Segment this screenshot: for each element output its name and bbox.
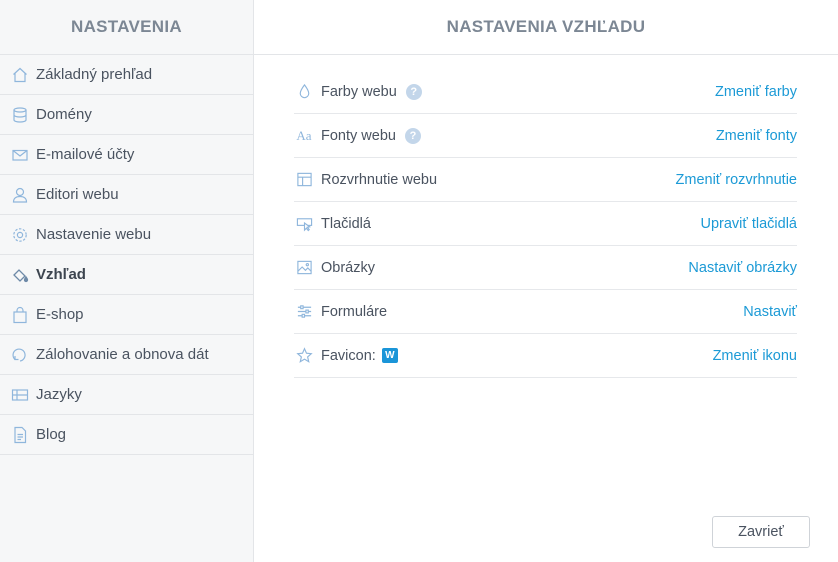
sidebar-title: NASTAVENIA [0, 0, 253, 55]
favicon-preview-icon: W [381, 348, 398, 363]
sidebar-item-blog[interactable]: Blog [0, 415, 253, 455]
set-images-link[interactable]: Nastaviť obrázky [688, 260, 797, 276]
setting-row-obrazky: Obrázky Nastaviť obrázky [294, 246, 797, 290]
sidebar-item-domeny[interactable]: Domény [0, 95, 253, 135]
layout-icon [294, 170, 314, 190]
sidebar-item-vzhlad[interactable]: Vzhľad [0, 255, 253, 295]
change-icon-link[interactable]: Zmeniť ikonu [713, 348, 797, 364]
setting-row-favicon: Favicon: W Zmeniť ikonu [294, 334, 797, 378]
sidebar-item-eshop[interactable]: E-shop [0, 295, 253, 335]
flag-icon [10, 385, 30, 405]
setting-row-farby: Farby webu ? Zmeniť farby [294, 70, 797, 114]
sidebar-item-emailove-ucty[interactable]: E-mailové účty [0, 135, 253, 175]
setting-label: Farby webu [321, 83, 397, 100]
shopping-bag-icon [10, 305, 30, 325]
sidebar-item-zakladny-prehlad[interactable]: Základný prehľad [0, 55, 253, 95]
change-colors-link[interactable]: Zmeniť farby [715, 84, 797, 100]
setting-row-formulare: Formuláre Nastaviť [294, 290, 797, 334]
sidebar-item-label: E-shop [36, 306, 84, 323]
button-cursor-icon [294, 214, 314, 234]
droplet-icon [294, 82, 314, 102]
user-icon [10, 185, 30, 205]
setting-row-tlacidla: Tlačidlá Upraviť tlačidlá [294, 202, 797, 246]
sidebar-item-label: E-mailové účty [36, 146, 135, 163]
page-title: NASTAVENIA VZHĽADU [254, 0, 838, 55]
setting-label: Favicon: [321, 347, 376, 364]
database-icon [10, 105, 30, 125]
set-forms-link[interactable]: Nastaviť [743, 304, 797, 320]
setting-label: Fonty webu [321, 127, 396, 144]
sidebar-item-label: Jazyky [36, 386, 82, 403]
paint-bucket-icon [10, 265, 30, 285]
sidebar: NASTAVENIA Základný prehľad Domény E-mai… [0, 0, 254, 562]
edit-buttons-link[interactable]: Upraviť tlačidlá [700, 216, 797, 232]
setting-row-fonty: Aa Fonty webu ? Zmeniť fonty [294, 114, 797, 158]
star-icon [294, 346, 314, 366]
document-icon [10, 425, 30, 445]
font-icon-text: Aa [296, 127, 312, 143]
close-button[interactable]: Zavrieť [712, 516, 810, 548]
sidebar-item-label: Editori webu [36, 186, 119, 203]
change-layout-link[interactable]: Zmeniť rozvrhnutie [676, 172, 797, 188]
sidebar-item-label: Základný prehľad [36, 66, 153, 83]
sidebar-item-zalohovanie[interactable]: Zálohovanie a obnova dát [0, 335, 253, 375]
sidebar-item-label: Zálohovanie a obnova dát [36, 346, 209, 363]
sidebar-item-editori-webu[interactable]: Editori webu [0, 175, 253, 215]
change-fonts-link[interactable]: Zmeniť fonty [716, 128, 797, 144]
home-icon [10, 65, 30, 85]
help-icon[interactable]: ? [404, 127, 421, 144]
sliders-icon [294, 302, 314, 322]
settings-list: Farby webu ? Zmeniť farby Aa Fonty webu … [294, 70, 797, 378]
setting-label: Formuláre [321, 303, 388, 320]
setting-label: Obrázky [321, 259, 375, 276]
sidebar-item-label: Vzhľad [36, 266, 86, 283]
backup-icon [10, 345, 30, 365]
gear-icon [10, 225, 30, 245]
help-icon[interactable]: ? [405, 83, 422, 100]
image-icon [294, 258, 314, 278]
sidebar-item-jazyky[interactable]: Jazyky [0, 375, 253, 415]
sidebar-item-label: Nastavenie webu [36, 226, 152, 243]
sidebar-item-label: Domény [36, 106, 92, 123]
sidebar-item-label: Blog [36, 426, 67, 443]
appearance-panel: NASTAVENIA VZHĽADU Farby webu ? Zmeniť f… [254, 0, 838, 562]
setting-label: Tlačidlá [321, 215, 371, 232]
sidebar-item-nastavenie-webu[interactable]: Nastavenie webu [0, 215, 253, 255]
setting-label: Rozvrhnutie webu [321, 171, 438, 188]
envelope-icon [10, 145, 30, 165]
setting-row-rozvrhnutie: Rozvrhnutie webu Zmeniť rozvrhnutie [294, 158, 797, 202]
font-icon: Aa [294, 126, 314, 146]
